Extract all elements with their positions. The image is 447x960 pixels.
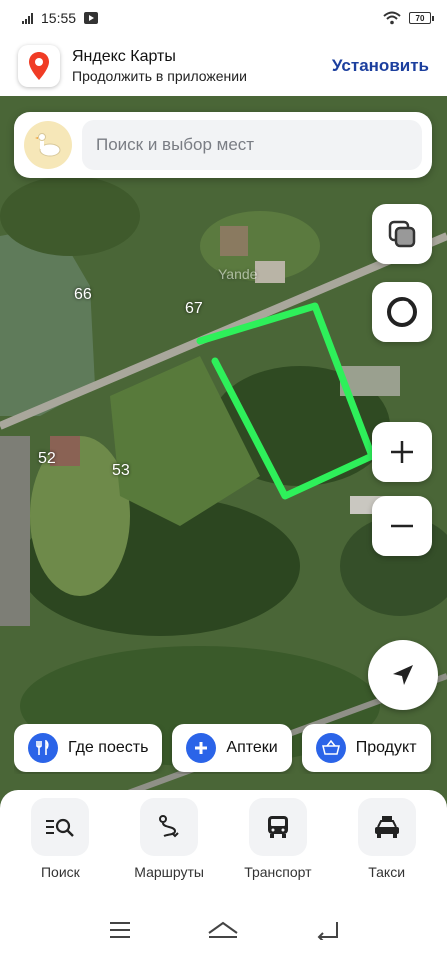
tab-label: Транспорт xyxy=(244,864,312,880)
tab-search[interactable]: Поиск xyxy=(10,798,110,900)
install-button[interactable]: Установить xyxy=(332,56,429,76)
basket-icon xyxy=(315,733,346,763)
home-icon[interactable] xyxy=(207,920,239,940)
banner-subtitle: Продолжить в приложении xyxy=(72,68,247,84)
map-view[interactable]: 66 67 52 53 Yande 17 Поиск и выбор мест xyxy=(0,96,447,826)
route-icon xyxy=(140,798,199,856)
chip-pharmacy[interactable]: Аптеки xyxy=(172,724,292,772)
alice-ring-icon xyxy=(387,297,417,327)
banner-title: Яндекс Карты xyxy=(72,48,176,65)
plus-icon xyxy=(391,441,413,463)
plot-number: 66 xyxy=(74,286,92,303)
chip-label: Где поесть xyxy=(68,739,149,756)
search-input[interactable]: Поиск и выбор мест xyxy=(82,120,422,170)
alice-button[interactable] xyxy=(372,282,432,342)
map-watermark: Yande xyxy=(218,266,258,282)
chip-label: Продукт xyxy=(355,739,417,756)
category-chips: Где поесть Аптеки Продукт xyxy=(14,724,447,774)
minus-icon xyxy=(391,524,413,528)
my-location-button[interactable] xyxy=(368,640,438,710)
app-banner[interactable]: Яндекс Карты Продолжить в приложении Уст… xyxy=(0,36,447,96)
layers-button[interactable] xyxy=(372,204,432,264)
zoom-out-button[interactable] xyxy=(372,496,432,556)
taxi-icon xyxy=(357,798,416,856)
bus-icon xyxy=(248,798,307,856)
bottom-tab-bar: Поиск Маршруты Транспорт Такси xyxy=(0,790,447,900)
zoom-in-button[interactable] xyxy=(372,422,432,482)
plus-icon xyxy=(186,733,217,763)
layers-icon xyxy=(388,220,416,248)
battery-level: 70 xyxy=(415,13,425,23)
status-time: 15:55 xyxy=(41,10,77,26)
signal-icon xyxy=(22,12,33,24)
status-bar: 15:55 70 xyxy=(0,0,447,36)
yandex-maps-logo xyxy=(18,45,60,87)
battery-icon: 70 xyxy=(409,12,434,24)
system-nav-bar xyxy=(0,900,447,960)
tab-label: Такси xyxy=(368,864,406,880)
search-bar[interactable]: Поиск и выбор мест xyxy=(14,112,432,178)
plot-number: 52 xyxy=(38,450,56,467)
media-icon xyxy=(84,12,99,24)
navigation-arrow-icon xyxy=(393,665,413,685)
tab-transport[interactable]: Транспорт xyxy=(228,798,328,900)
alice-goose-icon[interactable] xyxy=(24,121,72,169)
tab-taxi[interactable]: Такси xyxy=(337,798,437,900)
plot-number: 67 xyxy=(185,300,203,317)
fork-knife-icon xyxy=(28,733,58,763)
menu-icon[interactable] xyxy=(108,921,132,939)
tab-label: Маршруты xyxy=(134,864,204,880)
wifi-icon xyxy=(383,11,401,25)
chip-label: Аптеки xyxy=(226,739,278,756)
chip-food[interactable]: Где поесть xyxy=(14,724,163,772)
plot-number: 53 xyxy=(112,462,130,479)
back-icon[interactable] xyxy=(315,920,339,940)
chip-grocery[interactable]: Продукт xyxy=(301,724,431,772)
tab-routes[interactable]: Маршруты xyxy=(119,798,219,900)
search-list-icon xyxy=(31,798,90,856)
tab-label: Поиск xyxy=(40,864,80,880)
